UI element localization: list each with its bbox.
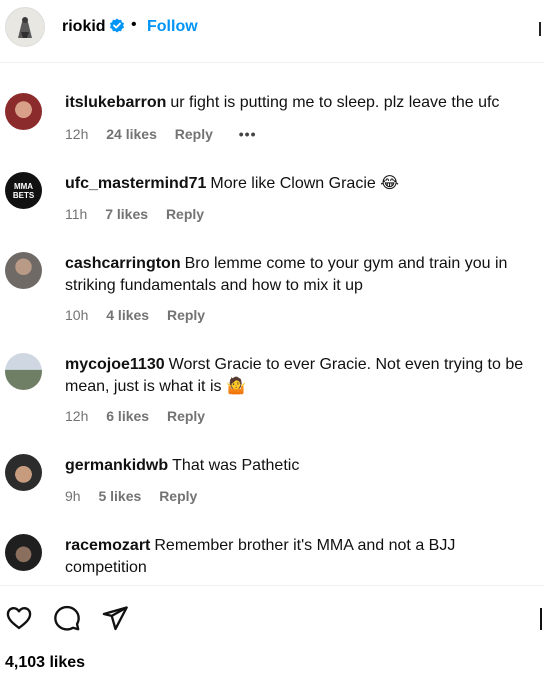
comment-meta: 9h 5 likes Reply bbox=[65, 488, 211, 504]
avatar-logo-text: MMA BETS bbox=[12, 181, 35, 200]
header-separator: • bbox=[131, 16, 137, 33]
bookmark-icon[interactable] bbox=[540, 608, 542, 630]
reply-button[interactable]: Reply bbox=[175, 126, 213, 142]
account-avatar[interactable] bbox=[5, 7, 45, 47]
comment-likes[interactable]: 6 likes bbox=[106, 408, 149, 424]
post-likes-count[interactable]: 4,103 likes bbox=[5, 654, 85, 672]
share-icon[interactable] bbox=[101, 604, 129, 632]
commenter-avatar[interactable] bbox=[5, 93, 42, 130]
comment-likes[interactable]: 24 likes bbox=[106, 126, 157, 142]
comment-time: 9h bbox=[65, 488, 81, 504]
commenter-avatar[interactable] bbox=[5, 534, 42, 571]
reply-button[interactable]: Reply bbox=[159, 488, 197, 504]
comment-time: 12h bbox=[65, 126, 89, 142]
reply-button[interactable]: Reply bbox=[167, 408, 205, 424]
comment-username[interactable]: racemozart bbox=[65, 537, 150, 554]
commenter-avatar[interactable] bbox=[5, 454, 42, 491]
post-header: riokid • Follow bbox=[0, 0, 544, 63]
comment-time: 12h bbox=[65, 408, 89, 424]
comment-username[interactable]: itslukebarron bbox=[65, 94, 166, 111]
account-username[interactable]: riokid bbox=[62, 18, 106, 36]
comment-likes[interactable]: 7 likes bbox=[105, 206, 148, 222]
comment-time: 10h bbox=[65, 307, 89, 323]
comment-meta: 12h 24 likes Reply ••• bbox=[65, 126, 270, 142]
comment-username[interactable]: ufc_mastermind71 bbox=[65, 175, 206, 192]
comment-icon[interactable] bbox=[53, 604, 81, 632]
comment-username[interactable]: mycojoe1130 bbox=[65, 356, 165, 373]
comment-text-block: itslukebarron ur fight is putting me to s… bbox=[65, 92, 535, 114]
edge-divider bbox=[539, 22, 541, 36]
avatar-illustration-icon bbox=[18, 17, 32, 38]
comment-username[interactable]: germankidwb bbox=[65, 457, 168, 474]
comment-text-block: germankidwb That was Pathetic bbox=[65, 455, 535, 477]
comment-likes[interactable]: 5 likes bbox=[98, 488, 141, 504]
comment-meta: 11h 7 likes Reply bbox=[65, 206, 218, 222]
heart-icon[interactable] bbox=[5, 604, 33, 632]
comment-meta: 10h 4 likes Reply bbox=[65, 307, 219, 323]
comment-body: More like Clown Gracie 😂 bbox=[210, 175, 399, 192]
comment-text-block: mycojoe1130 Worst Gracie to ever Gracie. … bbox=[65, 354, 535, 398]
commenter-avatar[interactable] bbox=[5, 353, 42, 390]
comment-likes[interactable]: 4 likes bbox=[106, 307, 149, 323]
comment-meta: 12h 6 likes Reply bbox=[65, 408, 219, 424]
commenter-avatar[interactable]: MMA BETS bbox=[5, 172, 42, 209]
commenter-avatar[interactable] bbox=[5, 252, 42, 289]
comment-text-block: cashcarrington Bro lemme come to your gym… bbox=[65, 253, 535, 297]
follow-button[interactable]: Follow bbox=[147, 18, 198, 36]
reply-button[interactable]: Reply bbox=[166, 206, 204, 222]
comment-body: ur fight is putting me to sleep. plz lea… bbox=[170, 94, 500, 111]
more-options-icon[interactable]: ••• bbox=[239, 126, 257, 142]
comment-text-block: racemozart Remember brother it's MMA and … bbox=[65, 535, 535, 579]
comment-text-block: ufc_mastermind71 More like Clown Gracie 😂 bbox=[65, 173, 535, 195]
comment-time: 11h bbox=[65, 206, 88, 222]
comment-body: That was Pathetic bbox=[172, 457, 300, 474]
reply-button[interactable]: Reply bbox=[167, 307, 205, 323]
post-actions: 4,103 likes bbox=[0, 585, 544, 677]
verified-badge-icon bbox=[110, 18, 124, 33]
comment-username[interactable]: cashcarrington bbox=[65, 255, 181, 272]
